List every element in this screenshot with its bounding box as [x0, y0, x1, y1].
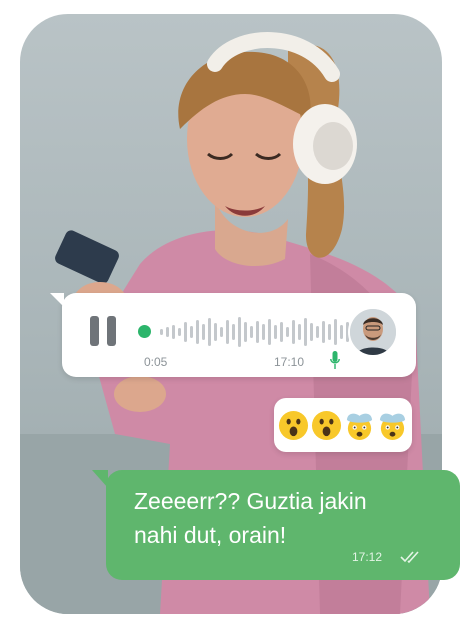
astonished-face-emoji-icon: [278, 410, 309, 440]
sender-avatar[interactable]: [348, 307, 398, 357]
voice-message-bubble: 0:05 17:10: [50, 293, 416, 377]
voice-duration: 0:05: [144, 355, 168, 369]
message-text: Zeeeerr?? Guztia jakin nahi dut, orain!: [134, 484, 454, 552]
message-line-1: Zeeeerr?? Guztia jakin: [134, 488, 367, 514]
pause-icon[interactable]: [90, 316, 118, 346]
voice-timestamp: 17:10: [274, 355, 305, 369]
microphone-icon: [330, 351, 340, 369]
bubble-tail: [50, 293, 64, 307]
playback-position-dot[interactable]: [138, 325, 151, 338]
message-line-2: nahi dut, orain!: [134, 522, 287, 548]
outgoing-message-bubble: Zeeeerr?? Guztia jakin nahi dut, orain! …: [92, 470, 460, 580]
bubble-tail: [92, 470, 108, 488]
reactions-bubble[interactable]: [274, 398, 412, 452]
double-check-icon: [400, 551, 419, 564]
exploding-head-emoji-icon: [379, 413, 406, 440]
message-timestamp: 17:12: [352, 550, 383, 564]
avatar-person-icon: [350, 309, 396, 355]
astonished-face-emoji-icon: [311, 410, 342, 440]
exploding-head-emoji-icon: [346, 413, 373, 440]
